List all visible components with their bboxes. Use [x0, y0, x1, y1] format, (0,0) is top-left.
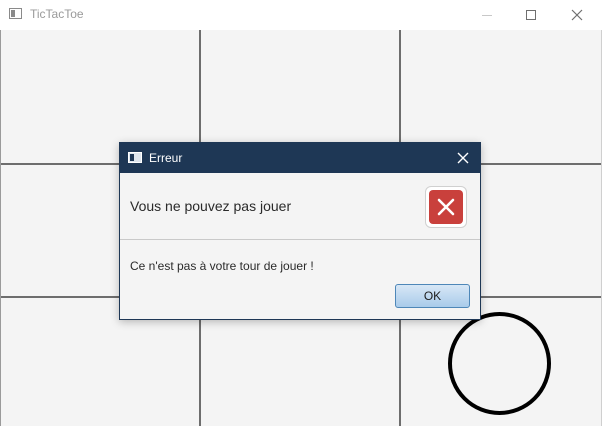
close-icon	[571, 9, 583, 21]
x-icon	[437, 198, 455, 216]
ok-button[interactable]: OK	[395, 284, 470, 308]
minimize-button[interactable]	[464, 0, 510, 30]
app-window-icon	[9, 8, 22, 19]
dialog-message: Ce n'est pas à votre tour de jouer !	[130, 259, 314, 273]
maximize-button[interactable]	[508, 0, 554, 30]
error-icon	[425, 186, 467, 228]
dialog-title: Erreur	[149, 151, 183, 165]
tictactoe-window: TicTacToe Erreur Vous ne pouvez pas joue…	[0, 0, 602, 426]
maximize-icon	[526, 10, 536, 20]
o-mark	[448, 312, 551, 415]
close-button[interactable]	[554, 0, 600, 30]
dialog-close-button[interactable]	[446, 143, 480, 173]
error-dialog: Erreur Vous ne pouvez pas jouer Ce n'est…	[119, 142, 481, 320]
close-icon	[457, 152, 469, 164]
error-x-badge	[429, 190, 463, 224]
dialog-header-text: Vous ne pouvez pas jouer	[130, 198, 292, 214]
dialog-titlebar[interactable]: Erreur	[120, 143, 480, 173]
dialog-window-icon	[128, 152, 142, 163]
minimize-icon	[482, 14, 492, 16]
board-border-left	[0, 30, 1, 426]
dialog-header: Vous ne pouvez pas jouer	[120, 173, 480, 240]
window-titlebar[interactable]: TicTacToe	[0, 0, 602, 30]
dialog-content: Ce n'est pas à votre tour de jouer ! OK	[120, 240, 480, 319]
window-title: TicTacToe	[30, 7, 84, 21]
